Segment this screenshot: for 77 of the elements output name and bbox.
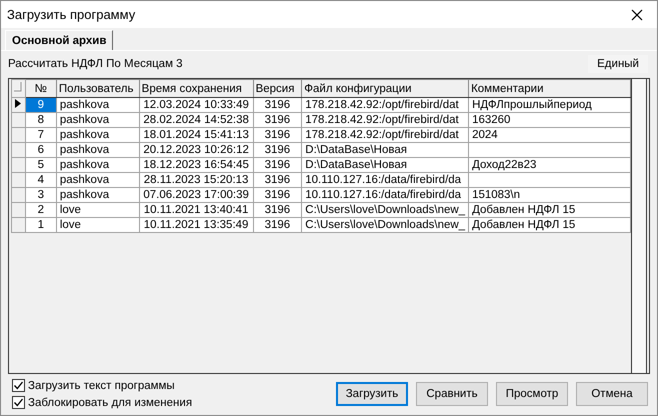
current-row-icon bbox=[15, 99, 22, 108]
check-icon bbox=[13, 397, 24, 408]
table-cell: 3 bbox=[25, 188, 56, 202]
table-cell: 10.11.2021 13:35:49 bbox=[139, 218, 254, 232]
table-cell: 3196 bbox=[253, 158, 302, 172]
table-cell: 8 bbox=[25, 112, 56, 128]
table-cell: 10.110.127.16:/data/firebird/da bbox=[302, 172, 469, 188]
window-title: Загрузить программу bbox=[7, 7, 136, 22]
table-cell: 7 bbox=[25, 128, 56, 142]
table-cell: C:\Users\love\Downloads\new_ bbox=[302, 218, 469, 232]
table-cell: 10.11.2021 13:40:41 bbox=[139, 202, 254, 218]
table-cell: 163260 bbox=[468, 112, 630, 128]
table-cell: 2024 bbox=[468, 128, 630, 142]
table-cell: 2 bbox=[25, 202, 56, 218]
table-cell: 3196 bbox=[253, 98, 302, 112]
table-cell: 18.01.2024 15:41:13 bbox=[139, 128, 254, 142]
close-icon[interactable] bbox=[631, 8, 643, 20]
dialog-button[interactable]: Просмотр bbox=[496, 382, 568, 406]
table-cell: 3196 bbox=[253, 188, 302, 202]
table-cell: pashkova bbox=[56, 98, 140, 112]
table-cell: 3196 bbox=[253, 202, 302, 218]
table-cell: pashkova bbox=[56, 172, 140, 188]
program-name: Рассчитать НДФЛ По Месяцам 3 bbox=[8, 58, 183, 70]
table-cell: 28.02.2024 14:52:38 bbox=[139, 112, 254, 128]
row-indicator[interactable] bbox=[12, 98, 26, 112]
table-cell: 3196 bbox=[253, 172, 302, 188]
table-cell: 9 bbox=[25, 98, 56, 112]
tab[interactable]: Основной архив bbox=[5, 30, 114, 50]
table-cell: Доход22в23 bbox=[468, 158, 630, 172]
table-cell: Добавлен НДФЛ 15 bbox=[468, 218, 630, 232]
table-cell: 3196 bbox=[253, 112, 302, 128]
check-icon bbox=[13, 380, 24, 391]
table-cell: 3196 bbox=[253, 128, 302, 142]
column-header[interactable]: Комментарии bbox=[468, 80, 630, 98]
checkbox-label[interactable]: Загрузить текст программы bbox=[28, 380, 175, 392]
column-header[interactable]: № bbox=[25, 80, 56, 98]
table-cell: pashkova bbox=[56, 128, 140, 142]
table-cell: C:\Users\love\Downloads\new_ bbox=[302, 202, 469, 218]
table-cell: 07.06.2023 17:00:39 bbox=[139, 188, 254, 202]
table-cell: 28.11.2023 15:20:13 bbox=[139, 172, 254, 188]
dialog-button[interactable]: Сравнить bbox=[416, 382, 488, 406]
table-cell: love bbox=[56, 218, 140, 232]
corner-icon bbox=[14, 82, 22, 92]
table-cell: НДФЛпрошлыйпериод bbox=[468, 98, 630, 112]
table-cell: D:\DataBase\Новая bbox=[302, 158, 469, 172]
table-cell: 1 bbox=[25, 218, 56, 232]
table-cell: 178.218.42.92:/opt/firebird/dat bbox=[302, 98, 469, 112]
scrollbar[interactable] bbox=[631, 79, 647, 373]
mode-button[interactable]: Единый bbox=[588, 55, 648, 73]
table-cell: 151083\n bbox=[468, 188, 630, 202]
column-header[interactable]: Время сохранения bbox=[139, 80, 254, 98]
table-cell: 18.12.2023 16:54:45 bbox=[139, 158, 254, 172]
table-cell: pashkova bbox=[56, 112, 140, 128]
dialog-button[interactable]: Загрузить bbox=[336, 382, 408, 406]
table-cell: 178.218.42.92:/opt/firebird/dat bbox=[302, 128, 469, 142]
table-cell: D:\DataBase\Новая bbox=[302, 142, 469, 158]
table-cell: 10.110.127.16:/data/firebird/da bbox=[302, 188, 469, 202]
column-header[interactable]: Файл конфигурации bbox=[302, 80, 469, 98]
column-header[interactable]: Версия bbox=[253, 80, 302, 98]
table-cell: pashkova bbox=[56, 142, 140, 158]
table-cell: 4 bbox=[25, 172, 56, 188]
table-cell: pashkova bbox=[56, 188, 140, 202]
table-cell: 178.218.42.92:/opt/firebird/dat bbox=[302, 112, 469, 128]
table-cell: 3196 bbox=[253, 218, 302, 232]
checkbox[interactable] bbox=[12, 379, 25, 392]
table-cell: Добавлен НДФЛ 15 bbox=[468, 202, 630, 218]
table-cell: 5 bbox=[25, 158, 56, 172]
column-header[interactable]: Пользователь bbox=[56, 80, 140, 98]
table-cell: pashkova bbox=[56, 158, 140, 172]
dialog-button[interactable]: Отмена bbox=[576, 382, 648, 406]
table-cell: 20.12.2023 10:26:12 bbox=[139, 142, 254, 158]
table-cell: 6 bbox=[25, 142, 56, 158]
checkbox-label[interactable]: Заблокировать для изменения bbox=[28, 396, 192, 408]
table-cell: 12.03.2024 10:33:49 bbox=[139, 98, 254, 112]
table-cell: love bbox=[56, 202, 140, 218]
checkbox[interactable] bbox=[12, 396, 25, 409]
table-cell: 3196 bbox=[253, 142, 302, 158]
